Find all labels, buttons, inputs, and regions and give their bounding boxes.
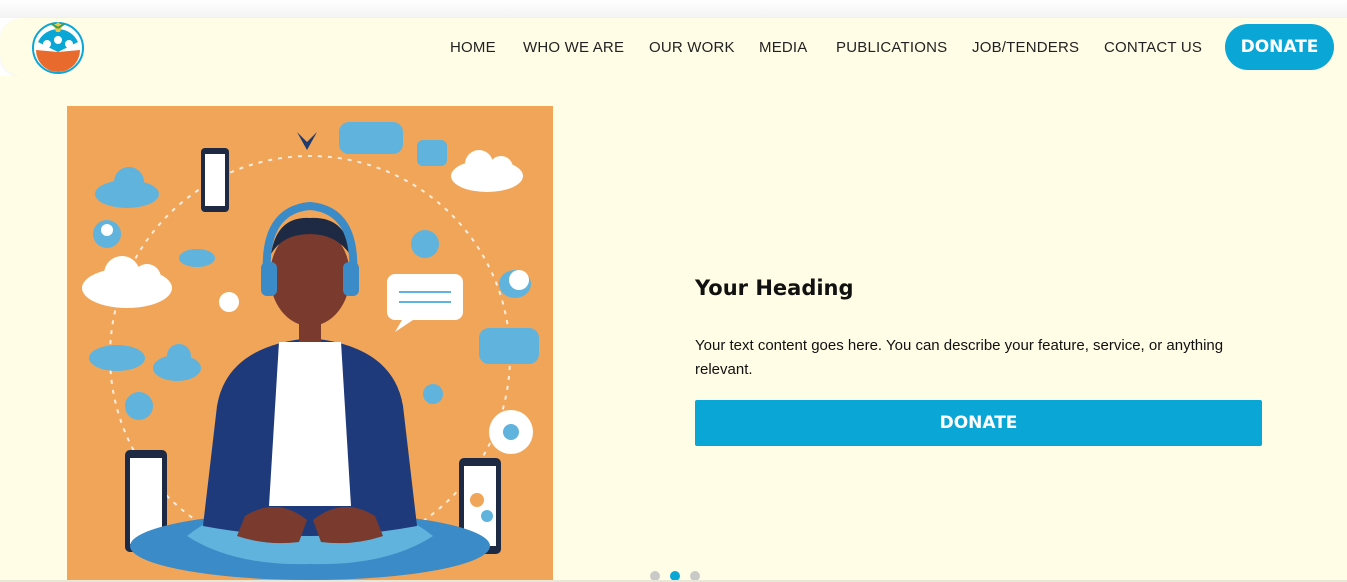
hero-text: Your text content goes here. You can des… [695, 337, 1224, 378]
header-donate-button[interactable]: DONATE [1225, 24, 1334, 70]
hero-heading: Your Heading [695, 276, 854, 300]
hero-donate-button[interactable]: DONATE [695, 400, 1262, 446]
nav-media[interactable]: MEDIA [759, 39, 808, 56]
nav-contact-us[interactable]: CONTACT US [1104, 39, 1202, 56]
site-logo-icon[interactable] [30, 20, 86, 74]
nav-who-we-are[interactable]: WHO WE ARE [523, 39, 624, 56]
browser-top-edge [0, 0, 1347, 18]
illustration-graphic [67, 106, 553, 580]
nav-publications[interactable]: PUBLICATIONS [836, 39, 947, 56]
site-header: HOME WHO WE ARE OUR WORK MEDIA PUBLICATI… [0, 18, 1347, 76]
nav-home[interactable]: HOME [450, 39, 496, 56]
meditating-person-illustration [67, 106, 553, 580]
nav-job-tenders[interactable]: JOB/TENDERS [972, 39, 1079, 56]
nav-our-work[interactable]: OUR WORK [649, 39, 735, 56]
hero-section: Your Heading Your text content goes here… [0, 76, 1347, 581]
